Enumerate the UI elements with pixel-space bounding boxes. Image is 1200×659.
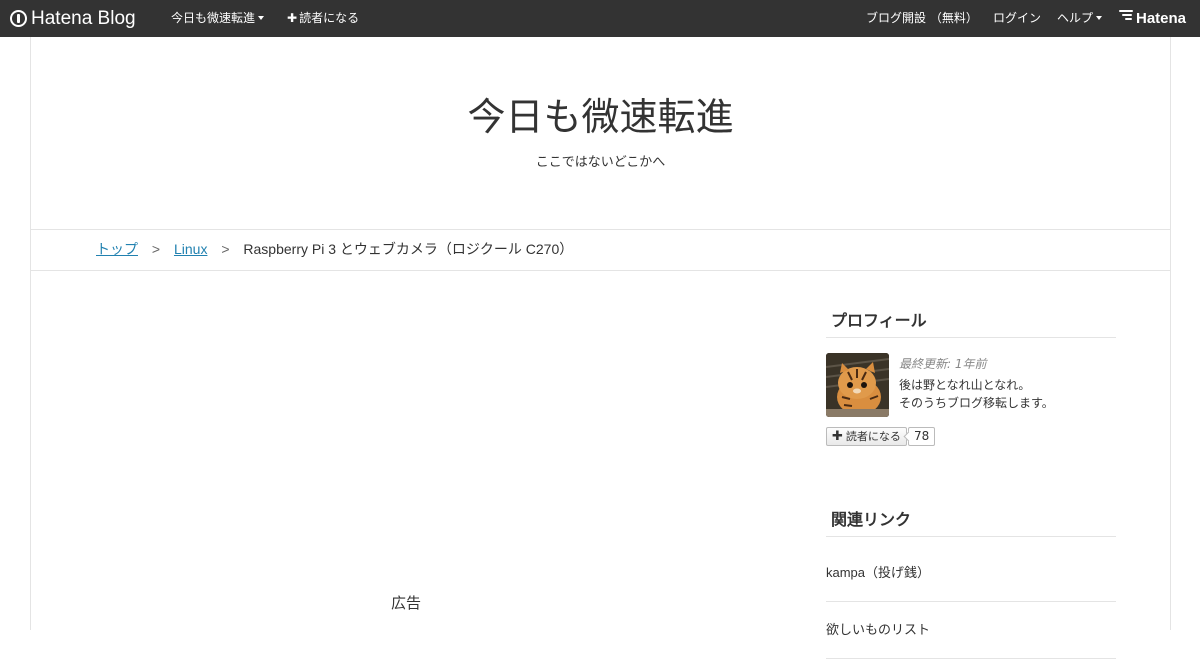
subscribe-button[interactable]: ✚ 読者になる bbox=[826, 427, 907, 446]
plus-icon: ✚ bbox=[287, 11, 298, 25]
help-label: ヘルプ bbox=[1057, 11, 1094, 25]
subscribe-link-label: 読者になる bbox=[299, 11, 360, 25]
subscribe-link[interactable]: ✚ 読者になる bbox=[287, 0, 359, 37]
subscriber-count[interactable]: 78 bbox=[908, 427, 936, 446]
breadcrumb-separator: > bbox=[151, 241, 161, 257]
sidebar: プロフィール 最終更新: 1年前 後は野となれ山となれ。 そのうちブログ移転しま… bbox=[826, 307, 1116, 659]
blog-menu-dropdown[interactable]: 今日も微速転進 bbox=[171, 0, 265, 37]
related-link-kampa[interactable]: kampa（投げ銭） bbox=[826, 545, 1116, 602]
help-dropdown[interactable]: ヘルプ bbox=[1057, 0, 1103, 37]
profile-last-updated: 最終更新: 1年前 bbox=[899, 357, 987, 371]
global-header: Hatena Blog 今日も微速転進 ✚ 読者になる ブログ開設 （無料） ログ… bbox=[0, 0, 1200, 37]
plus-icon: ✚ bbox=[832, 429, 843, 444]
breadcrumb-current-page: Raspberry Pi 3 とウェブカメラ（ロジクール C270） bbox=[243, 241, 574, 257]
breadcrumb: トップ > Linux > Raspberry Pi 3 とウェブカメラ（ロジク… bbox=[31, 229, 1170, 271]
login-link[interactable]: ログイン bbox=[993, 0, 1041, 37]
chevron-down-icon bbox=[258, 16, 265, 20]
blog-menu-label: 今日も微速転進 bbox=[171, 11, 256, 25]
breadcrumb-category-link[interactable]: Linux bbox=[174, 241, 207, 257]
ad-label: 広告 bbox=[391, 594, 422, 612]
hatena-logo-text: Hatena bbox=[1136, 10, 1187, 27]
hatena-logo[interactable]: Hatena bbox=[1119, 0, 1186, 37]
blog-title[interactable]: 今日も微速転進 bbox=[31, 92, 1170, 142]
breadcrumb-top-link[interactable]: トップ bbox=[96, 241, 138, 257]
chevron-down-icon bbox=[1096, 16, 1103, 20]
hatena-logo-icon bbox=[1119, 8, 1133, 22]
subscribe-button-label: 読者になる bbox=[845, 430, 901, 443]
blog-description: ここではないどこかへ bbox=[535, 155, 666, 170]
create-blog-link[interactable]: ブログ開設 （無料） bbox=[866, 0, 978, 37]
related-link-wishlist[interactable]: 欲しいものリスト bbox=[826, 602, 1116, 659]
hatena-blog-logo-icon bbox=[10, 10, 27, 27]
related-links-module: 関連リンク kampa（投げ銭） 欲しいものリスト bbox=[826, 506, 1116, 659]
profile-description: 後は野となれ山となれ。 そのうちブログ移転します。 bbox=[899, 376, 1116, 412]
breadcrumb-separator: > bbox=[221, 241, 230, 257]
profile-description-line: 後は野となれ山となれ。 bbox=[899, 378, 1031, 392]
hatena-blog-logo[interactable]: Hatena Blog bbox=[10, 0, 136, 37]
logo-text: Hatena Blog bbox=[31, 8, 136, 29]
page-container: 今日も微速転進 ここではないどこかへ トップ > Linux > Raspber… bbox=[30, 37, 1171, 659]
related-links-title: 関連リンク bbox=[826, 506, 1116, 537]
profile-module-title: プロフィール bbox=[826, 307, 1116, 338]
tiger-avatar-icon[interactable] bbox=[826, 353, 889, 417]
avatar-image bbox=[826, 353, 889, 417]
profile-description-line: そのうちブログ移転します。 bbox=[899, 396, 1054, 410]
profile-module: プロフィール 最終更新: 1年前 後は野となれ山となれ。 そのうちブログ移転しま… bbox=[826, 307, 1116, 449]
